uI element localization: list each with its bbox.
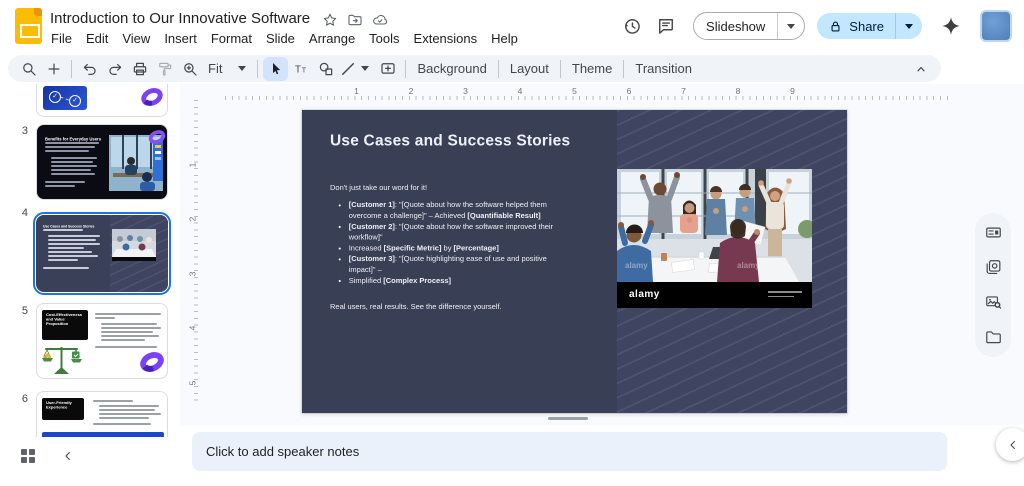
slide-4-thumbnail-selected[interactable]: Use Cases and Success Stories: [33, 212, 171, 295]
thumb-photo: [112, 229, 156, 261]
search-menus-button[interactable]: [16, 57, 41, 81]
thumb-title: Cost-Effectiveness and Value Proposition: [46, 313, 84, 326]
slide-4-number: 4: [12, 207, 28, 219]
slide-5-thumbnail[interactable]: Cost-Effectiveness and Value Proposition: [36, 303, 168, 379]
undo-button[interactable]: [77, 57, 102, 81]
thumb-scale-graphic: [41, 342, 83, 378]
account-avatar[interactable]: [980, 10, 1012, 42]
collapse-filmstrip-button[interactable]: [58, 446, 78, 466]
collapse-toolbar-button[interactable]: [908, 57, 933, 81]
thumb-title: User-Friendly Experience: [46, 401, 80, 410]
transition-button[interactable]: Transition: [629, 61, 698, 76]
zoom-add-button[interactable]: [41, 57, 66, 81]
layout-button[interactable]: Layout: [504, 61, 555, 76]
menu-slide[interactable]: Slide: [259, 29, 302, 48]
slide-canvas-area: 123456789 12345 Use Cases and Success St…: [180, 84, 1024, 425]
side-panel-rail: [975, 213, 1011, 357]
shape-tool-button[interactable]: [313, 57, 338, 81]
menu-edit[interactable]: Edit: [79, 29, 115, 48]
print-button[interactable]: [127, 57, 152, 81]
slide-3-number: 3: [12, 125, 28, 137]
stock-brand-label: alamy: [629, 289, 660, 300]
decorative-swirl: [139, 84, 165, 110]
theme-button[interactable]: Theme: [566, 61, 618, 76]
menu-bar: File Edit View Insert Format Slide Arran…: [44, 29, 525, 48]
share-dropdown[interactable]: [895, 13, 922, 39]
slide-6-thumbnail[interactable]: User-Friendly Experience: [36, 391, 168, 437]
speaker-notes-input[interactable]: Click to add speaker notes: [192, 432, 947, 471]
line-tool-control[interactable]: [338, 57, 369, 81]
vertical-ruler[interactable]: 12345: [184, 100, 198, 420]
menu-tools[interactable]: Tools: [362, 29, 406, 48]
slides-logo-icon[interactable]: [15, 8, 42, 44]
slideshow-dropdown[interactable]: [777, 13, 804, 39]
menu-file[interactable]: File: [44, 29, 79, 48]
image-search-icon[interactable]: [983, 293, 1003, 313]
google-slides-app: Introduction to Our Innovative Software …: [0, 0, 1024, 486]
flowchart-node-icon: ✓: [69, 95, 81, 107]
share-label: Share: [849, 19, 884, 34]
select-tool-button[interactable]: [263, 57, 288, 81]
background-button[interactable]: Background: [411, 61, 492, 76]
slide-photo[interactable]: alamy alamy alamy: [617, 169, 812, 308]
contact-card-icon[interactable]: [983, 222, 1003, 242]
show-side-panel-button[interactable]: [996, 428, 1024, 461]
decorative-swirl: [147, 127, 167, 147]
redo-button[interactable]: [102, 57, 127, 81]
paint-format-button[interactable]: [152, 57, 177, 81]
collections-icon[interactable]: [983, 257, 1003, 277]
slideshow-button-group: Slideshow: [693, 12, 805, 40]
share-button-group: Share: [817, 13, 922, 39]
gemini-icon[interactable]: [934, 9, 968, 43]
slide-3-thumbnail[interactable]: Benefits for Everyday Users: [36, 124, 168, 200]
comments-button[interactable]: [649, 9, 683, 43]
slide-6-number: 6: [12, 393, 28, 405]
top-bar: Introduction to Our Innovative Software …: [0, 0, 1024, 52]
share-button[interactable]: Share: [817, 13, 895, 39]
horizontal-ruler[interactable]: 123456789: [200, 86, 980, 100]
zoom-in-button[interactable]: [177, 57, 202, 81]
version-history-button[interactable]: [615, 9, 649, 43]
horizontal-scrollbar[interactable]: [548, 417, 588, 420]
menu-view[interactable]: View: [115, 29, 157, 48]
thumb-title: Benefits for Everyday Users: [45, 137, 101, 142]
svg-text:T: T: [302, 66, 307, 74]
fit-label: Fit: [208, 61, 222, 76]
menu-extensions[interactable]: Extensions: [407, 29, 485, 48]
slideshow-button[interactable]: Slideshow: [694, 13, 777, 39]
line-tool-button[interactable]: [338, 57, 358, 81]
slide-2-thumbnail[interactable]: ✓ ✓: [36, 84, 168, 117]
zoom-fit-control[interactable]: Fit: [202, 61, 252, 76]
menu-help[interactable]: Help: [484, 29, 525, 48]
svg-text:T: T: [295, 64, 301, 75]
line-tool-dropdown[interactable]: [361, 66, 369, 71]
slide-5-number: 5: [12, 305, 28, 317]
slide-closing-text[interactable]: Real users, real results. See the differ…: [330, 298, 568, 316]
stock-photo-credit-bar: alamy: [617, 282, 812, 308]
watermark: alamy: [737, 261, 760, 270]
decorative-swirl: [138, 348, 166, 376]
document-title[interactable]: Introduction to Our Innovative Software: [50, 10, 310, 27]
toolbar: Fit TT Background Layout Theme Transitio…: [8, 55, 941, 82]
grid-view-button[interactable]: [18, 446, 38, 466]
speaker-notes-placeholder: Click to add speaker notes: [206, 444, 359, 459]
filmstrip: ✓ ✓ 3 Benefits for Everyday Users: [0, 84, 180, 437]
menu-insert[interactable]: Insert: [157, 29, 204, 48]
slide-intro-text[interactable]: Don't just take our word for it!: [330, 179, 465, 197]
menu-arrange[interactable]: Arrange: [302, 29, 362, 48]
watermark: alamy: [625, 261, 648, 270]
insert-comment-button[interactable]: [375, 57, 400, 81]
text-box-button[interactable]: TT: [288, 57, 313, 81]
slide-title-textbox[interactable]: Use Cases and Success Stories: [330, 132, 664, 157]
slide-editor[interactable]: Use Cases and Success Stories Don't just…: [302, 110, 847, 413]
folder-icon[interactable]: [983, 328, 1003, 348]
menu-format[interactable]: Format: [204, 29, 259, 48]
